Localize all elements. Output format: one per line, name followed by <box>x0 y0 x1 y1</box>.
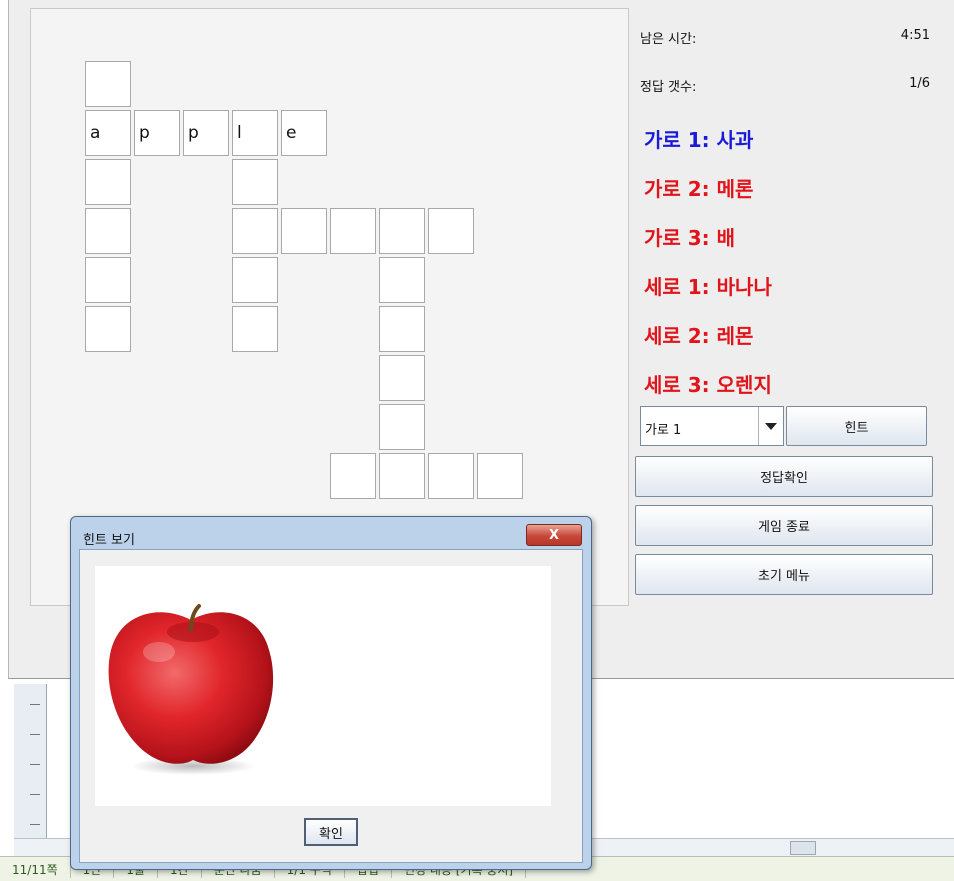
time-remaining-row: 남은 시간: 4:51 <box>640 28 930 47</box>
grid-cell[interactable]: p <box>134 110 180 156</box>
grid-cell[interactable] <box>232 257 278 303</box>
grid-cell[interactable] <box>379 453 425 499</box>
correct-value: 1/6 <box>909 76 930 91</box>
time-value: 4:51 <box>900 28 930 43</box>
clue-across-1: 가로 1: 사과 <box>644 128 754 152</box>
grid-cell[interactable] <box>85 61 131 107</box>
close-button[interactable]: X <box>526 524 582 546</box>
grid-cell[interactable] <box>232 159 278 205</box>
grid-cell[interactable] <box>85 257 131 303</box>
correct-label: 정답 갯수: <box>640 80 697 95</box>
time-label: 남은 시간: <box>640 32 697 47</box>
vertical-ruler <box>14 684 47 844</box>
grid-cell[interactable] <box>85 159 131 205</box>
grid-cell[interactable]: e <box>281 110 327 156</box>
grid-cell[interactable] <box>330 453 376 499</box>
correct-count-row: 정답 갯수: 1/6 <box>640 76 930 95</box>
hint-button[interactable]: 힌트 <box>786 406 927 446</box>
grid-cell[interactable]: l <box>232 110 278 156</box>
grid-cell[interactable] <box>379 257 425 303</box>
grid-cell[interactable] <box>379 306 425 352</box>
close-icon: X <box>548 527 560 543</box>
dialog-body: 확인 <box>79 549 583 863</box>
check-answer-button[interactable]: 정답확인 <box>635 456 933 497</box>
grid-cell[interactable] <box>232 208 278 254</box>
grid-cell[interactable]: p <box>183 110 229 156</box>
grid-cell[interactable] <box>428 453 474 499</box>
status-page: 11/11쪽 <box>0 860 71 878</box>
scrollbar-thumb[interactable] <box>790 841 816 855</box>
ok-button[interactable]: 확인 <box>304 818 358 846</box>
clue-down-3: 세로 3: 오렌지 <box>644 373 772 397</box>
grid-cell[interactable] <box>281 208 327 254</box>
dialog-title: 힌트 보기 <box>83 533 135 548</box>
clue-across-2: 가로 2: 메론 <box>644 177 754 201</box>
clue-down-1: 세로 1: 바나나 <box>644 275 772 299</box>
grid-cell[interactable] <box>232 306 278 352</box>
grid-cell[interactable] <box>85 306 131 352</box>
main-menu-button[interactable]: 초기 메뉴 <box>635 554 933 595</box>
grid-cell[interactable] <box>379 355 425 401</box>
hint-select-value: 가로 1 <box>645 423 682 438</box>
hint-dialog: 힌트 보기 X 확인 <box>70 516 592 870</box>
chevron-down-icon[interactable] <box>758 407 783 445</box>
hint-image-area <box>95 566 551 806</box>
grid-cell[interactable]: a <box>85 110 131 156</box>
grid-cell[interactable] <box>379 208 425 254</box>
clue-down-2: 세로 2: 레몬 <box>644 324 754 348</box>
clue-across-3: 가로 3: 배 <box>644 226 736 250</box>
grid-cell[interactable] <box>330 208 376 254</box>
apple-image <box>108 604 274 775</box>
exit-game-button[interactable]: 게임 종료 <box>635 505 933 546</box>
grid-cell[interactable] <box>477 453 523 499</box>
hint-select[interactable]: 가로 1 <box>640 406 784 446</box>
grid-cell[interactable] <box>428 208 474 254</box>
grid-cell[interactable] <box>379 404 425 450</box>
grid-cell[interactable] <box>85 208 131 254</box>
